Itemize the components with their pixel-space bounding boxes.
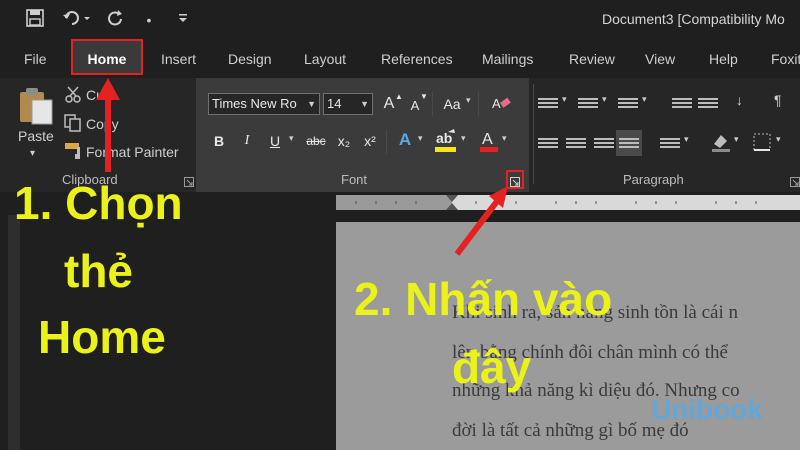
arrow-to-home-icon bbox=[96, 78, 120, 172]
step2-text: đây bbox=[452, 341, 532, 393]
step1-text: Home bbox=[38, 311, 166, 363]
step2-text: 2. Nhấn vào bbox=[354, 273, 613, 325]
step1-text: thẻ bbox=[64, 245, 133, 297]
step1-text: 1. Chọn bbox=[14, 177, 183, 229]
watermark-logo: Unibook bbox=[651, 394, 763, 425]
arrow-to-launcher-icon bbox=[454, 186, 508, 256]
